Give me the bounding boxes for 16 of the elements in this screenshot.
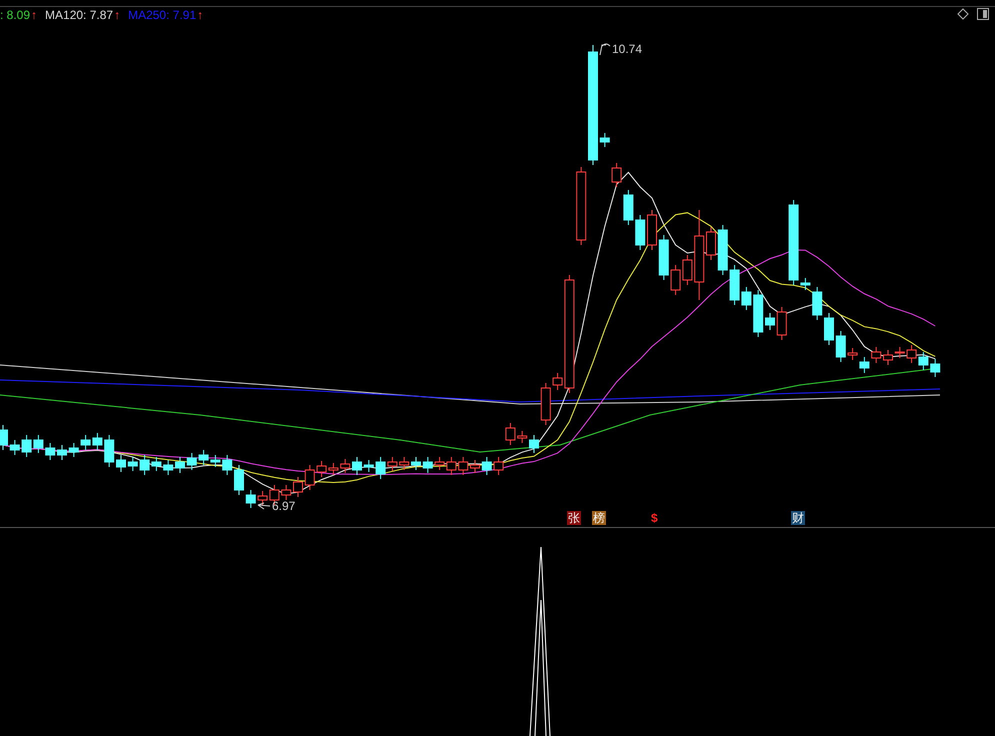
leader-line bbox=[258, 502, 270, 510]
price-label: 10.74 bbox=[612, 42, 642, 56]
event-marker[interactable]: 榜 bbox=[592, 511, 606, 525]
up-arrow: ↑ bbox=[114, 7, 120, 23]
up-arrow: ↑ bbox=[31, 7, 38, 23]
indicator-value: : 8.09 bbox=[0, 7, 30, 23]
diamond-icon[interactable] bbox=[957, 8, 969, 20]
event-marker[interactable]: 财 bbox=[791, 511, 805, 525]
indicator-value: MA250: 7.91 bbox=[128, 7, 196, 23]
event-marker[interactable]: $ bbox=[650, 511, 659, 525]
leader-line bbox=[600, 44, 610, 56]
price-label: 6.97 bbox=[272, 499, 296, 513]
event-marker[interactable]: 张 bbox=[567, 511, 581, 525]
panel-toggle-icon[interactable] bbox=[977, 8, 989, 20]
indicator-value: MA120: 7.87 bbox=[45, 7, 114, 23]
up-arrow: ↑ bbox=[197, 7, 204, 23]
